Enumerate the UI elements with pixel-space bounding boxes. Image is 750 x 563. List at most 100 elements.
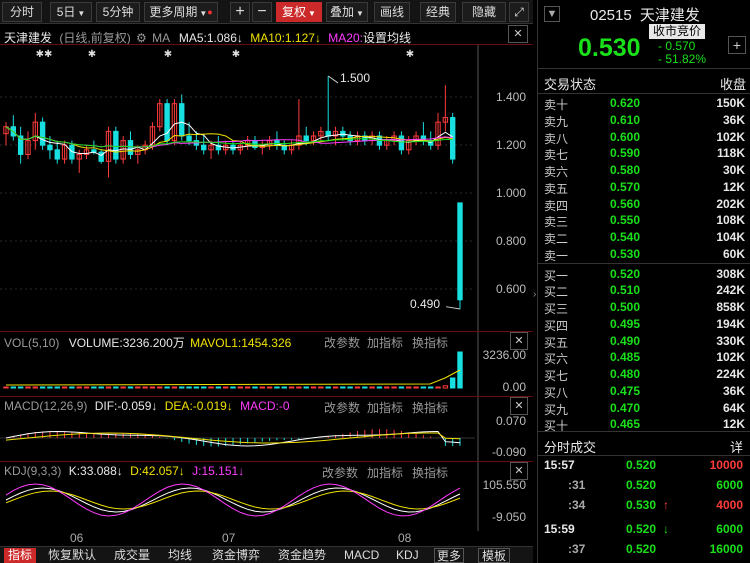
level-label: 卖九: [544, 114, 569, 129]
level-price: 0.550: [610, 213, 641, 228]
volume-bar: [120, 386, 126, 389]
candle-body: [303, 135, 309, 142]
kdj-change-param-button[interactable]: 改参数: [322, 464, 358, 481]
kdj-y-top: 105.550: [482, 478, 526, 492]
vol-pane-close-button[interactable]: ✕: [510, 332, 528, 350]
tab-fenshi[interactable]: 分时: [2, 2, 42, 22]
volume-bar: [157, 386, 163, 389]
ask-row[interactable]: 卖八 0.600 102K: [538, 130, 750, 146]
tab-template[interactable]: 模板: [478, 548, 511, 563]
bid-row[interactable]: 买五 0.490 330K: [538, 334, 750, 350]
low-annotation-line: [445, 306, 461, 310]
kline-pane-close-button[interactable]: ✕: [508, 25, 528, 43]
volume-bar: [171, 386, 178, 389]
zoom-in-button[interactable]: +: [230, 2, 250, 22]
bottom-tab-bar: 指标 恢复默认 成交量 均线 资金博弈 资金趋势 MACD KDJ 更多 模板: [0, 546, 533, 563]
vol-switch-indicator-button[interactable]: 换指标: [412, 334, 448, 351]
trade-row[interactable]: :34 0.530 ↑ 4000: [538, 498, 750, 513]
top-toolbar: 分时 5日 ▼ 5分钟 更多周期 ▼● + − 复权 ▼ 叠加 ▼ 画线 经典 隐藏 ⤢: [0, 0, 533, 24]
volume-bar: [230, 386, 236, 389]
classic-button[interactable]: 经典: [420, 2, 456, 22]
tab-fund-trend[interactable]: 资金趋势: [278, 548, 326, 563]
tab-5day[interactable]: 5日 ▼: [50, 2, 92, 22]
fuquan-button[interactable]: 复权 ▼: [276, 2, 322, 22]
bid-row[interactable]: 买四 0.495 194K: [538, 316, 750, 333]
vol-info-line: VOL(5,10) VOLUME:3236.200万 MAVOL1:1454.3…: [4, 334, 291, 351]
kdj-add-indicator-button[interactable]: 加指标: [367, 464, 403, 481]
bid-row[interactable]: 买六 0.485 102K: [538, 350, 750, 366]
bid-row[interactable]: 买八 0.475 36K: [538, 384, 750, 400]
trade-status-label: 交易状态: [544, 77, 597, 92]
settings-icon[interactable]: ⚙: [136, 31, 147, 45]
event-marker-icon: ✱: [232, 49, 240, 60]
menu-button[interactable]: ▼: [544, 6, 560, 22]
divider: [538, 93, 750, 94]
ask-row[interactable]: 卖十 0.620 150K: [538, 96, 750, 112]
tab-ma[interactable]: 均线: [168, 548, 192, 563]
macd-switch-indicator-button[interactable]: 换指标: [412, 399, 448, 416]
tab-5min[interactable]: 5分钟: [96, 2, 140, 22]
trade-volume: 16000: [709, 542, 743, 556]
ask-row[interactable]: 卖九 0.610 36K: [538, 112, 750, 129]
tab-restore-default[interactable]: 恢复默认: [48, 548, 96, 563]
trade-row[interactable]: 15:59 0.520 ↓ 6000: [538, 522, 750, 537]
trade-row[interactable]: :37 0.520 16000: [538, 542, 750, 557]
kdj-switch-indicator-button[interactable]: 换指标: [412, 464, 448, 481]
volume-bar: [98, 386, 104, 389]
macd-change-param-button[interactable]: 改参数: [322, 399, 361, 416]
draw-line-button[interactable]: 画线: [374, 2, 410, 22]
volume-bar: [149, 386, 156, 389]
candle-body: [98, 151, 104, 162]
tab-fenshi-label: 分时: [9, 5, 34, 19]
tab-more[interactable]: 更多: [434, 548, 465, 563]
chevron-down-icon: ▼: [356, 9, 364, 18]
close-icon: ✕: [513, 28, 523, 40]
bid-row[interactable]: 买一 0.520 308K: [538, 267, 750, 283]
vol-add-indicator-button[interactable]: 加指标: [367, 334, 403, 351]
volume-bar: [288, 386, 295, 389]
ask-row[interactable]: 卖五 0.570 12K: [538, 180, 750, 196]
volume-bar: [252, 386, 258, 389]
macd-pane-close-button[interactable]: ✕: [510, 397, 528, 415]
vol-change-param-button[interactable]: 改参数: [322, 334, 361, 351]
add-watchlist-button[interactable]: +: [728, 36, 746, 54]
maximize-button[interactable]: ⤢: [509, 2, 529, 22]
macd-add-indicator-button[interactable]: 加指标: [367, 399, 403, 416]
ma-setting-link[interactable]: 设置均线: [363, 31, 411, 45]
hide-button[interactable]: 隐藏: [462, 2, 506, 22]
ask-row[interactable]: 卖三 0.550 108K: [538, 213, 750, 229]
tab-macd[interactable]: MACD: [344, 548, 379, 563]
event-marker-icon: ✱: [164, 49, 172, 60]
tab-indicator[interactable]: 指标: [4, 548, 37, 563]
level-volume: 60K: [722, 246, 745, 261]
zoom-out-label: −: [257, 3, 267, 20]
trade-row[interactable]: 15:57 0.520 10000: [538, 458, 750, 473]
volume-bar: [420, 386, 427, 389]
zoom-out-button[interactable]: −: [252, 2, 272, 22]
tab-kdj[interactable]: KDJ: [396, 548, 419, 563]
bid-row[interactable]: 买二 0.510 242K: [538, 283, 750, 299]
level-price: 0.530: [610, 246, 641, 261]
bid-row[interactable]: 买十 0.465 12K: [538, 417, 750, 433]
ask-row[interactable]: 卖一 0.530 60K: [538, 246, 750, 263]
tab-volume[interactable]: 成交量: [114, 548, 150, 563]
bid-row[interactable]: 买七 0.480 224K: [538, 367, 750, 383]
kdj-pane-close-button[interactable]: ✕: [510, 462, 528, 480]
bid-row[interactable]: 买九 0.470 64K: [538, 400, 750, 417]
trade-row[interactable]: :31 0.520 6000: [538, 478, 750, 493]
trades-detail-button[interactable]: 详: [730, 437, 743, 456]
ask-row[interactable]: 卖二 0.540 104K: [538, 230, 750, 246]
level-price: 0.470: [610, 400, 641, 415]
volume-bar: [281, 386, 287, 389]
overlay-button[interactable]: 叠加 ▼: [326, 2, 368, 22]
more-period-button[interactable]: 更多周期 ▼●: [144, 2, 218, 22]
ask-row[interactable]: 卖七 0.590 118K: [538, 146, 750, 162]
ask-row[interactable]: 卖六 0.580 30K: [538, 163, 750, 179]
tab-fund-game[interactable]: 资金博弈: [212, 548, 260, 563]
bid-row[interactable]: 买三 0.500 858K: [538, 300, 750, 316]
volume-bar: [296, 386, 302, 389]
level-volume: 36K: [722, 112, 745, 127]
level-volume: 194K: [716, 316, 745, 331]
ask-row[interactable]: 卖四 0.560 202K: [538, 197, 750, 213]
trade-time: 15:59: [544, 522, 575, 536]
